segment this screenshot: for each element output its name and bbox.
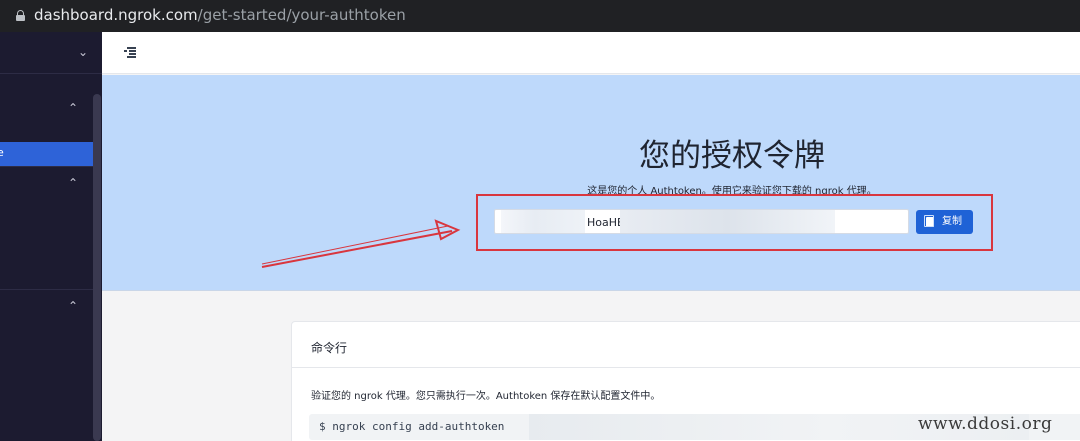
url-path: /get-started/your-authtoken bbox=[197, 6, 406, 24]
browser-address-bar[interactable]: dashboard.ngrok.com/get-started/your-aut… bbox=[0, 0, 1080, 32]
card-header: 命令行 bbox=[292, 322, 1080, 368]
command-text: $ ngrok config add-authtoken bbox=[319, 420, 505, 433]
sidebar-divider bbox=[0, 289, 93, 290]
top-bar bbox=[102, 32, 1080, 74]
url-text[interactable]: dashboard.ngrok.com/get-started/your-aut… bbox=[34, 6, 406, 24]
card-title: 命令行 bbox=[311, 341, 348, 355]
chevron-up-icon[interactable]: ⌃ bbox=[68, 102, 78, 114]
menu-collapse-icon[interactable] bbox=[124, 47, 136, 58]
chevron-up-icon[interactable]: ⌃ bbox=[68, 300, 78, 312]
page-title: 您的授权令牌 bbox=[639, 138, 825, 174]
sidebar-account-switcher[interactable]: ⌄ bbox=[0, 32, 102, 74]
sidebar-item-active[interactable]: e bbox=[0, 142, 93, 166]
annotation-highlight-box bbox=[476, 194, 993, 251]
lock-icon bbox=[16, 10, 25, 21]
chevron-down-icon[interactable]: ⌄ bbox=[78, 46, 88, 58]
sidebar-divider bbox=[0, 166, 93, 167]
chevron-up-icon[interactable]: ⌃ bbox=[68, 177, 78, 189]
sidebar-scrollbar[interactable] bbox=[93, 94, 101, 441]
sidebar: ⌄ ⌃ e ⌃ ⌃ bbox=[0, 32, 102, 441]
authtoken-hero: 您的授权令牌 这是您的个人 Authtoken。使用它来验证您下载的 ngrok… bbox=[102, 75, 1080, 291]
watermark: www.ddosi.org bbox=[918, 414, 1053, 434]
sidebar-item-label: e bbox=[0, 146, 4, 159]
url-host: dashboard.ngrok.com bbox=[34, 6, 198, 24]
card-description: 验证您的 ngrok 代理。您只需执行一次。Authtoken 保存在默认配置文… bbox=[311, 391, 661, 402]
